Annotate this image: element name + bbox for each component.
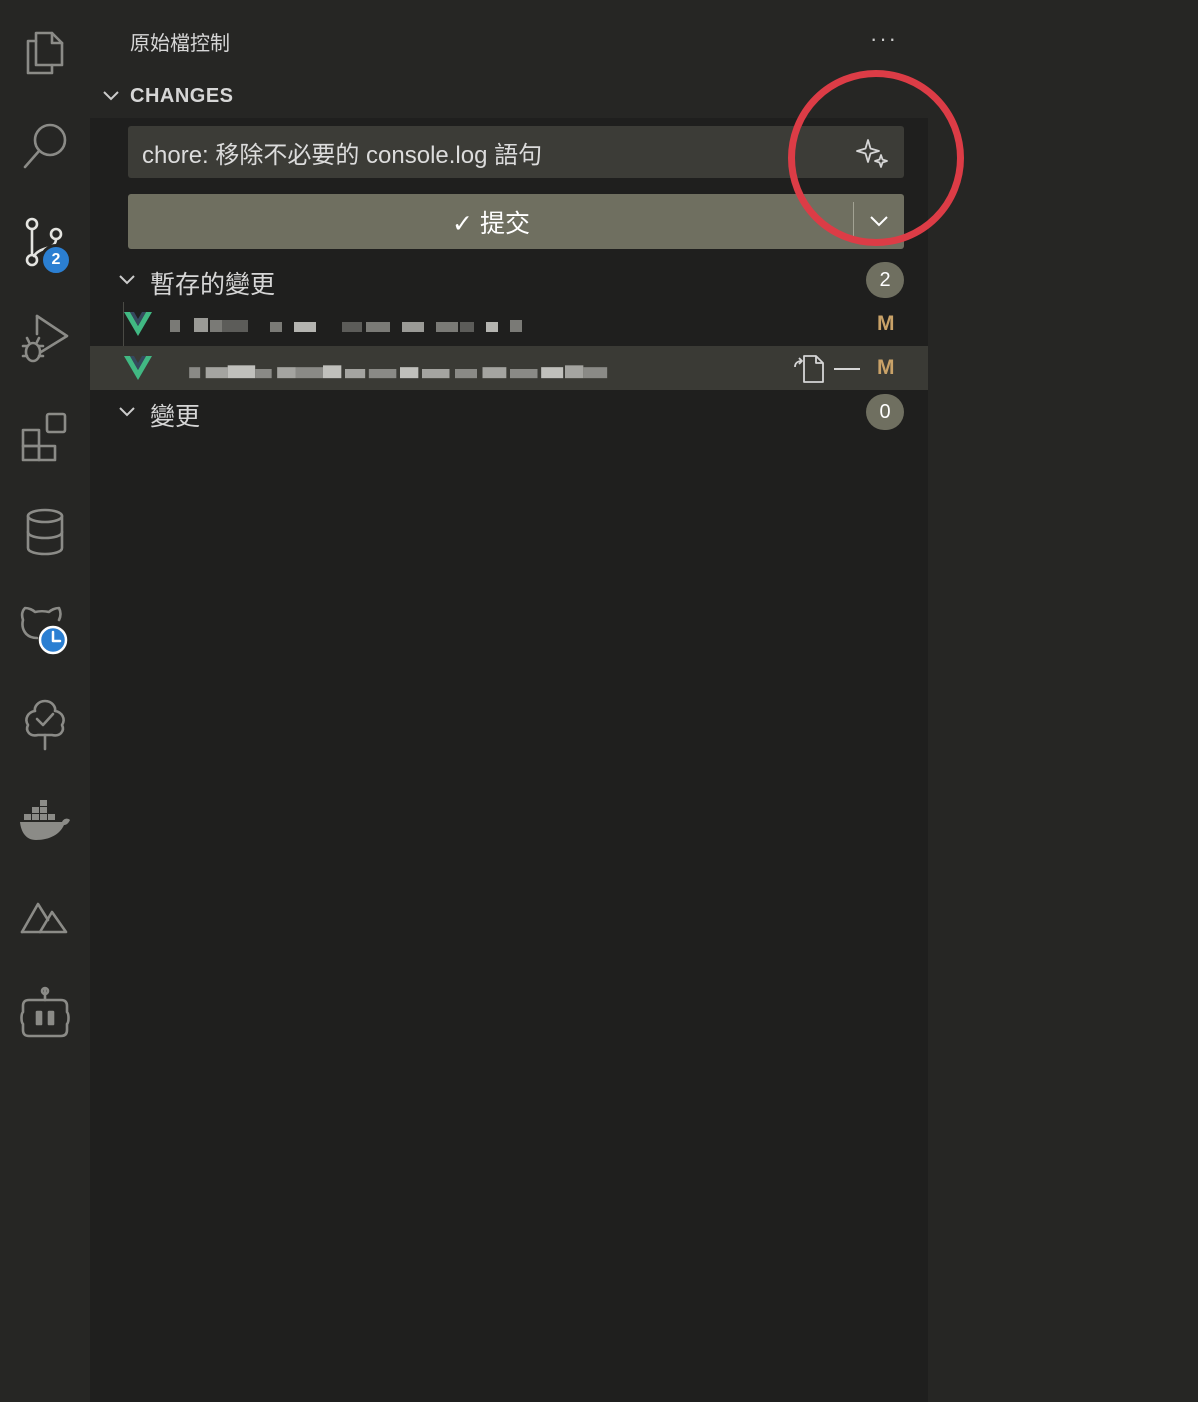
staged-file-row-selected[interactable]: M <box>90 346 928 390</box>
changes-count: 0 <box>866 394 904 430</box>
extensions-button[interactable] <box>0 396 90 476</box>
github-timeline-button[interactable] <box>0 588 90 668</box>
robot-icon <box>20 986 70 1038</box>
modified-status: M <box>877 356 895 379</box>
file-name-redacted <box>170 318 522 332</box>
staged-changes-count: 2 <box>866 262 904 298</box>
section-title: CHANGES <box>130 85 234 107</box>
mountain-icon <box>20 902 68 934</box>
nuxt-button[interactable] <box>0 876 90 956</box>
extensions-icon <box>21 412 67 462</box>
unstage-icon[interactable] <box>832 354 862 384</box>
search-icon <box>23 123 67 169</box>
staged-file-row[interactable]: M <box>90 302 928 346</box>
modified-status: M <box>877 312 895 335</box>
database-icon <box>26 508 64 556</box>
source-control-button[interactable]: 2 <box>0 202 90 282</box>
view-title: 原始檔控制 <box>130 33 230 55</box>
file-name-redacted <box>189 365 608 379</box>
copilot-button[interactable] <box>0 974 90 1054</box>
docker-icon <box>20 800 70 840</box>
highlight-circle-annotation <box>788 70 964 246</box>
changes-group[interactable]: 變更 0 <box>90 390 928 434</box>
vue-file-icon <box>124 312 152 336</box>
more-actions-button[interactable]: ··· <box>868 26 900 52</box>
staged-changes-group[interactable]: 暫存的變更 2 <box>90 258 928 302</box>
activity-bar: 2 <box>0 0 90 1402</box>
commit-message-text: chore: 移除不必要的 console.log 語句 <box>142 141 543 169</box>
chevron-down-icon <box>119 407 135 417</box>
commit-button[interactable]: ✓ 提交 <box>128 194 904 249</box>
chevron-down-icon <box>119 275 135 285</box>
tree-check-button[interactable] <box>0 684 90 764</box>
open-file-icon[interactable] <box>792 354 826 384</box>
search-button[interactable] <box>0 106 90 186</box>
database-button[interactable] <box>0 492 90 572</box>
staged-changes-label: 暫存的變更 <box>150 271 276 299</box>
sidebar-header: 原始檔控制 ··· <box>90 0 928 74</box>
explorer-button[interactable] <box>0 10 90 90</box>
vue-file-icon <box>124 356 152 380</box>
commit-button-label: ✓ 提交 <box>452 209 530 238</box>
files-icon <box>26 31 64 75</box>
source-control-sidebar: 原始檔控制 ··· CHANGES chore: 移除不必要的 console.… <box>90 0 928 1402</box>
source-control-badge: 2 <box>40 244 72 276</box>
chevron-down-icon <box>103 91 119 101</box>
github-clock-icon <box>20 606 68 655</box>
tree-check-icon <box>25 699 65 751</box>
changes-label: 變更 <box>150 403 201 431</box>
run-debug-button[interactable] <box>0 298 90 378</box>
docker-button[interactable] <box>0 780 90 860</box>
run-debug-icon <box>21 314 69 363</box>
